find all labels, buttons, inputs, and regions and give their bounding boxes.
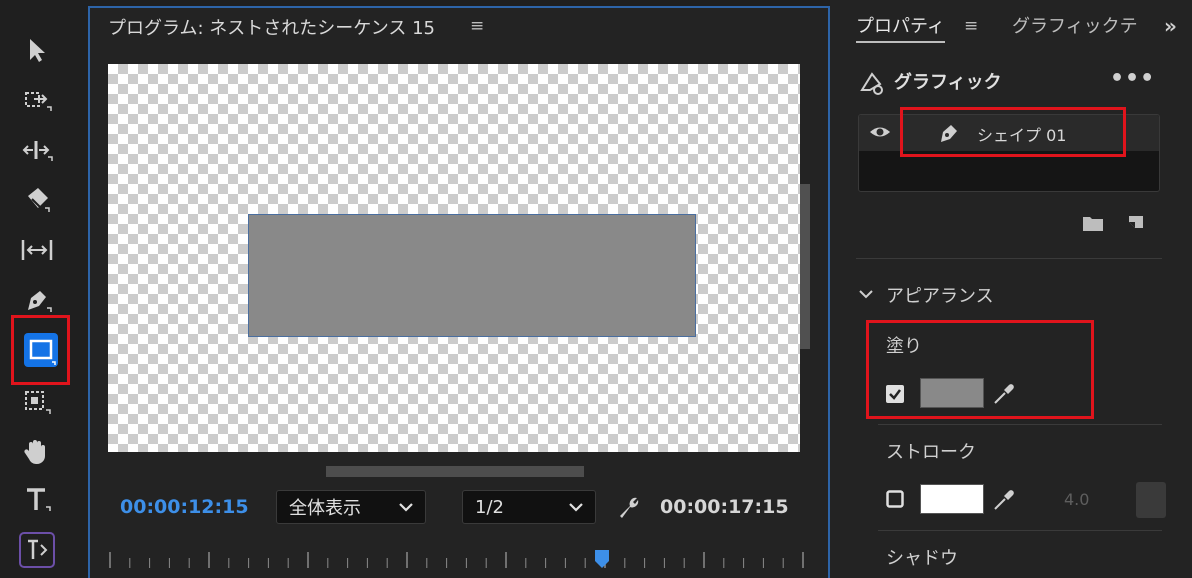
playhead[interactable]	[595, 550, 609, 568]
shape-rectangle[interactable]	[248, 214, 696, 337]
time-ruler[interactable]	[108, 548, 808, 572]
pen-tool-button[interactable]	[14, 280, 60, 320]
graphic-section-icon	[858, 70, 886, 100]
resolution-select[interactable]: 1/2	[462, 490, 596, 524]
hand-tool-button[interactable]	[14, 432, 60, 472]
track-matte-tool-button[interactable]	[14, 382, 60, 422]
vertical-type-icon	[19, 532, 55, 568]
chevron-down-icon[interactable]	[858, 286, 874, 306]
appearance-title: アピアランス	[886, 286, 994, 307]
type-tool-button[interactable]	[14, 480, 60, 520]
layer-highlight	[900, 107, 1126, 157]
stroke-label: ストローク	[886, 442, 976, 463]
shadow-label: シャドウ	[886, 548, 958, 569]
select-region-icon	[25, 391, 51, 414]
double-chevron-right-icon[interactable]: »	[1164, 14, 1177, 38]
chevron-down-icon	[569, 503, 583, 512]
graphic-section-title: グラフィック	[894, 72, 1002, 93]
duration-timecode: 00:00:17:15	[660, 496, 789, 518]
resolution-select-value: 1/2	[475, 496, 504, 518]
ellipsis-icon[interactable]: •••	[1110, 66, 1155, 91]
tab-properties[interactable]: プロパティ	[856, 12, 945, 43]
eyedropper-icon[interactable]	[992, 488, 1016, 516]
type-icon	[27, 488, 51, 511]
tools-panel	[0, 0, 78, 578]
properties-panel: プロパティ ≡ グラフィックテ » グラフィック ••• シェイプ 01 アピア…	[830, 0, 1192, 578]
current-timecode[interactable]: 00:00:12:15	[120, 496, 249, 518]
rectangle-tool-highlight	[11, 315, 70, 385]
hamburger-icon[interactable]: ≡	[470, 16, 484, 36]
divider	[856, 258, 1162, 259]
razor-icon	[28, 188, 50, 212]
program-monitor-title: プログラム: ネストされたシーケンス 15	[108, 18, 435, 39]
program-monitor: プログラム: ネストされたシーケンス 15 ≡ 00:00:12:15 全体表示…	[88, 6, 830, 578]
divider	[878, 424, 1162, 425]
ripple-edit-icon	[22, 141, 53, 161]
new-layer-icon[interactable]	[1126, 212, 1146, 236]
horizontal-scrollbar[interactable]	[326, 466, 584, 477]
tab-graphic-templates[interactable]: グラフィックテ	[1012, 12, 1156, 38]
zoom-select-value: 全体表示	[289, 498, 361, 519]
slip-tool-button[interactable]	[14, 230, 60, 270]
vertical-scrollbar[interactable]	[800, 184, 810, 349]
chevron-down-icon	[399, 503, 413, 512]
selection-tool-button[interactable]	[14, 30, 60, 70]
hamburger-icon[interactable]: ≡	[964, 16, 978, 36]
pen-icon	[28, 291, 52, 312]
fill-highlight	[866, 320, 1094, 419]
stroke-color-swatch[interactable]	[920, 484, 984, 514]
stroke-width-value[interactable]: 4.0	[1064, 490, 1089, 509]
ripple-edit-tool-button[interactable]	[14, 130, 60, 170]
program-canvas[interactable]	[108, 64, 800, 452]
track-select-tool-button[interactable]	[14, 80, 60, 120]
eye-icon[interactable]	[869, 123, 891, 145]
folder-icon[interactable]	[1082, 214, 1104, 236]
track-select-icon	[25, 92, 52, 111]
arrow-icon	[30, 39, 45, 62]
stroke-checkbox[interactable]	[886, 490, 904, 508]
slip-icon	[21, 240, 53, 260]
wrench-icon[interactable]	[616, 494, 642, 524]
zoom-select[interactable]: 全体表示	[276, 490, 426, 524]
razor-tool-button[interactable]	[14, 180, 60, 220]
stroke-align-button[interactable]	[1136, 482, 1166, 518]
vertical-type-tool-button[interactable]	[14, 530, 60, 570]
hand-icon	[24, 440, 45, 464]
divider	[878, 530, 1162, 531]
